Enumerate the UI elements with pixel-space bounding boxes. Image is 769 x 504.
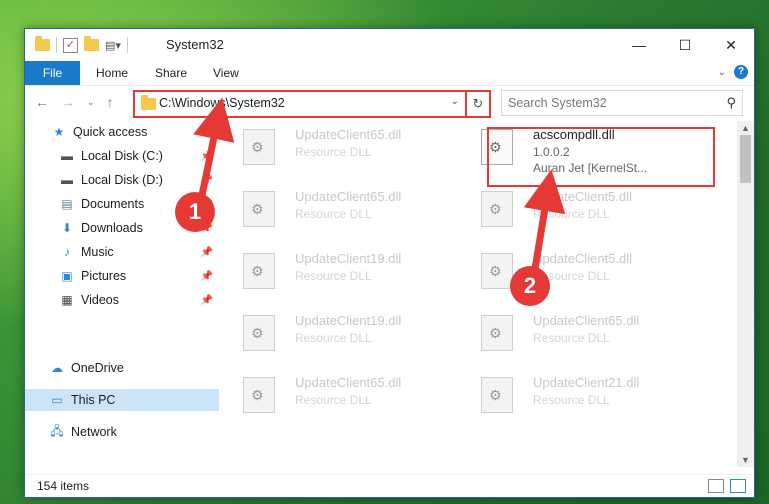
step-2-badge: 2 [510,266,550,306]
arrow-to-file [523,169,566,276]
arrow-to-address-bar [193,97,235,206]
step-1-badge: 1 [175,192,215,232]
annotation-arrows [193,97,566,276]
